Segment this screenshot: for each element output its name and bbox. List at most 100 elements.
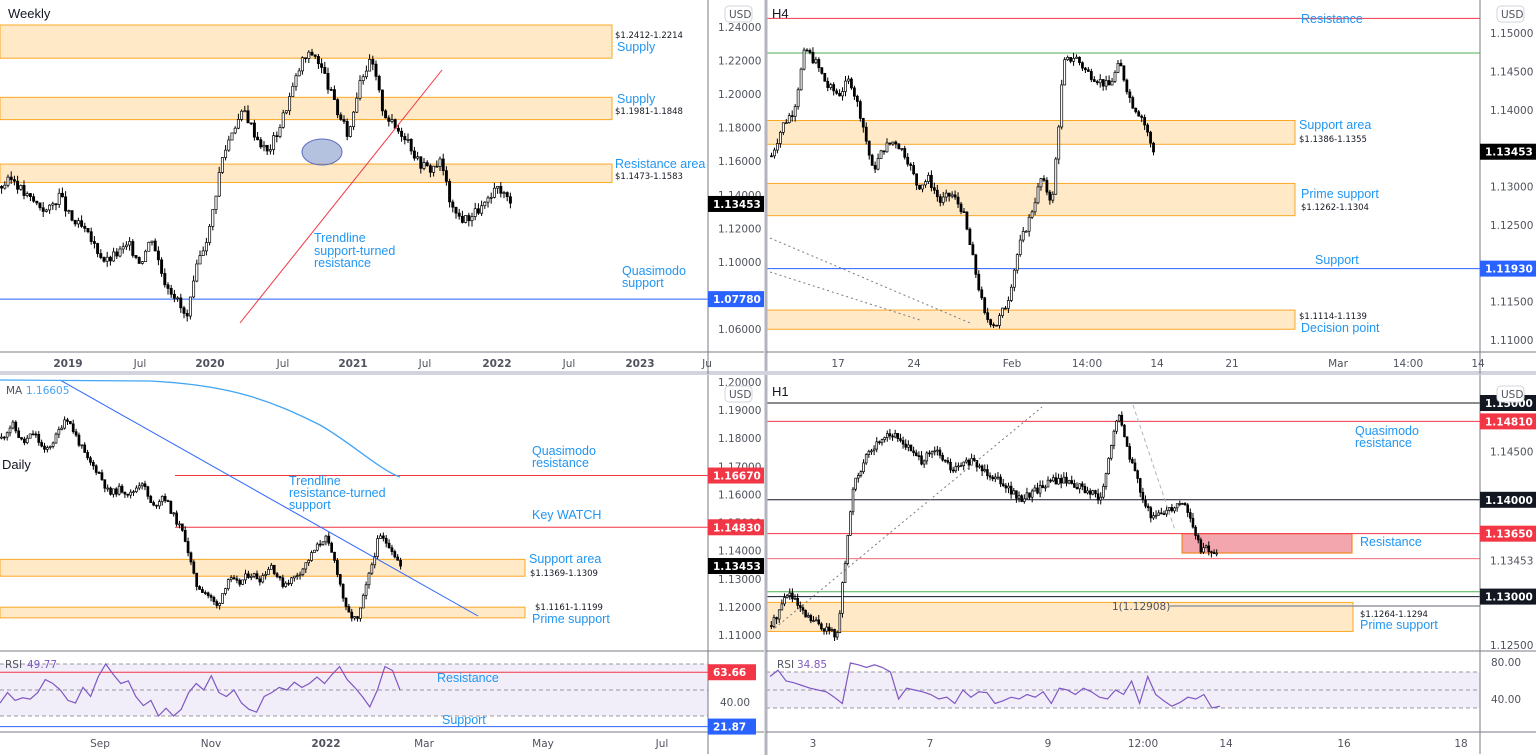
candle	[16, 181, 18, 189]
candle	[1026, 493, 1028, 499]
candle	[862, 118, 864, 127]
candle	[973, 458, 975, 460]
candle	[984, 470, 986, 471]
candle	[121, 486, 123, 492]
candle	[84, 226, 86, 228]
candle	[269, 150, 271, 151]
candle	[868, 451, 870, 454]
candle	[311, 553, 313, 561]
candle	[161, 496, 163, 501]
candle	[118, 486, 120, 494]
candle	[1135, 108, 1137, 112]
candle	[833, 85, 835, 91]
candle	[770, 156, 772, 157]
candle	[219, 603, 221, 605]
last-price-value: 1.13453	[1485, 147, 1533, 159]
rsi-axis-tick: 40.00	[720, 697, 750, 709]
candle	[12, 422, 14, 428]
candle	[1189, 513, 1191, 519]
candle	[3, 437, 5, 438]
candle	[270, 565, 272, 569]
candle	[170, 501, 172, 513]
last-price-value: 1.13453	[1490, 556, 1533, 568]
candle	[334, 552, 336, 560]
price-axis-tick: 1.14000	[1490, 105, 1533, 117]
candle	[110, 488, 112, 494]
time-axis-tick: 21	[1225, 358, 1238, 370]
candle	[464, 215, 466, 222]
candle	[836, 633, 838, 637]
price-axis-tick: 1.13000	[718, 574, 761, 586]
candle	[839, 613, 841, 632]
time-axis-tick: Mar	[414, 738, 434, 750]
candle	[313, 550, 315, 552]
candle	[960, 466, 962, 467]
zone-label: Support area	[529, 552, 601, 566]
candle	[75, 432, 77, 435]
price-axis-tick: 1.06000	[718, 324, 761, 336]
candle	[1018, 496, 1020, 499]
zone-label: Supply	[617, 92, 656, 106]
candle	[1145, 500, 1147, 506]
currency-label: USD	[1501, 9, 1523, 21]
price-axis-tick: 1.11500	[1490, 297, 1533, 309]
candle	[234, 128, 236, 133]
currency-label: USD	[1501, 389, 1523, 401]
time-axis-tick: Jul	[276, 358, 290, 370]
zone-range: $1.1262-1.1304	[1301, 203, 1369, 213]
candle	[1114, 72, 1116, 81]
candle	[847, 79, 849, 81]
candle	[377, 539, 379, 557]
candle	[880, 151, 882, 159]
candle	[1049, 192, 1051, 200]
candle	[1099, 79, 1101, 82]
candle	[923, 461, 925, 464]
candle	[362, 77, 364, 81]
time-axis-tick: Feb	[1003, 358, 1022, 370]
candle	[1021, 496, 1023, 502]
candle	[1117, 63, 1119, 72]
candle	[987, 313, 989, 320]
candle	[892, 436, 894, 437]
candle	[302, 569, 304, 574]
candle	[1158, 513, 1160, 515]
candle	[794, 107, 796, 117]
candle	[1134, 463, 1136, 471]
candle	[381, 90, 383, 111]
candle	[26, 194, 28, 196]
candle	[1174, 508, 1176, 511]
candle	[1184, 503, 1186, 504]
candle	[20, 185, 22, 189]
candle	[452, 202, 454, 207]
candle	[1064, 60, 1066, 85]
candle	[343, 120, 345, 122]
candle	[64, 197, 66, 211]
candle	[32, 197, 34, 202]
annotation: resistance	[314, 256, 371, 270]
candle	[141, 484, 143, 486]
candle	[69, 421, 71, 423]
candle	[902, 441, 904, 445]
candle	[915, 453, 917, 456]
candle	[1166, 510, 1168, 514]
candle	[1155, 515, 1157, 516]
candle	[1061, 85, 1063, 127]
candle	[250, 576, 252, 577]
candle	[55, 434, 57, 443]
rsi-axis-tick: 80.00	[1491, 657, 1521, 669]
candle	[818, 59, 820, 67]
candle	[400, 131, 402, 136]
level-label: resistance	[1355, 436, 1412, 450]
candle	[340, 115, 342, 120]
candle	[506, 193, 508, 197]
candle	[45, 210, 47, 212]
candle	[23, 439, 25, 443]
candle	[805, 610, 807, 617]
candle	[844, 564, 846, 583]
time-axis-tick: 12:00	[1128, 738, 1158, 750]
candle	[176, 298, 178, 299]
candle	[71, 211, 73, 221]
price-tag-value: 1.13000	[1485, 592, 1533, 604]
candle	[886, 143, 888, 152]
candle	[1153, 516, 1155, 518]
